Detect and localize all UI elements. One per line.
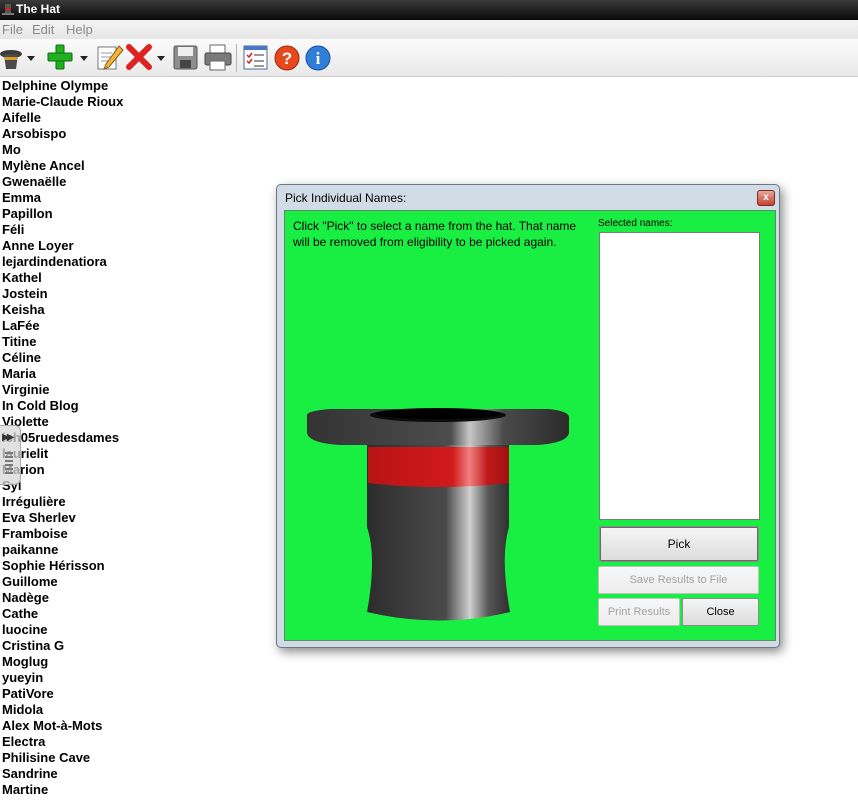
add-button[interactable] [47,43,91,73]
name-list-item[interactable]: Mylène Ancel [0,158,123,174]
pick-names-dialog: Pick Individual Names: x Click "Pick" to… [276,184,780,648]
name-list-item[interactable]: Eva Sherlev [0,510,123,526]
name-list-item[interactable]: Mo [0,142,123,158]
title-bar: The Hat [0,0,858,20]
name-list-item[interactable]: Aifelle [0,110,123,126]
name-list-item[interactable]: Sophie Hérisson [0,558,123,574]
name-list-item[interactable]: Céline [0,350,123,366]
add-icon [47,44,88,70]
help-icon: ? [274,45,300,71]
pick-button[interactable]: Pick [599,526,759,562]
name-list-item[interactable]: Jostein [0,286,123,302]
name-list-item[interactable]: Gwenaëlle [0,174,123,190]
checklist-button[interactable] [242,43,270,73]
name-list-item[interactable]: paikanne [0,542,123,558]
save-icon [173,45,198,70]
name-list-item[interactable]: Arsobispo [0,126,123,142]
name-list-item[interactable]: Sandrine [0,766,123,782]
print-results-button[interactable]: Print Results [598,598,680,626]
save-button[interactable] [173,43,199,73]
name-list-item[interactable]: Guillome [0,574,123,590]
close-button[interactable]: Close [682,598,759,626]
top-hat-icon [306,408,570,621]
name-list-item[interactable]: Cathe [0,606,123,622]
grip-icon [5,452,13,474]
menu-bar: File Edit Help [0,20,858,39]
name-list-item[interactable]: Alex Mot-à-Mots [0,718,123,734]
window-title: The Hat [16,2,61,16]
hat-dropdown-icon [0,50,35,69]
name-list-item[interactable]: Moglug [0,654,123,670]
dialog-title: Pick Individual Names: [285,191,407,205]
menu-file[interactable]: File [2,22,23,37]
name-list-item[interactable]: Martine [0,782,123,798]
print-button[interactable] [204,43,232,73]
help-button[interactable]: ? [273,43,301,73]
name-list-item[interactable]: Philisine Cave [0,750,123,766]
svg-text:?: ? [282,49,292,68]
name-list-item[interactable]: Keisha [0,302,123,318]
checklist-icon [243,45,268,70]
selected-names-label: Selected names: [598,218,673,229]
name-list-item[interactable]: Emma [0,190,123,206]
name-list-item[interactable]: Titine [0,334,123,350]
name-list-item[interactable]: LaFée [0,318,123,334]
app-hat-icon [2,4,14,15]
name-list-item[interactable]: Papillon [0,206,123,222]
name-list-item[interactable]: Virginie [0,382,123,398]
name-list-item[interactable]: Cristina G [0,638,123,654]
dialog-body: Click "Pick" to select a name from the h… [284,210,776,641]
edit-icon [97,45,124,70]
name-list-item[interactable]: lejardindenatiora [0,254,123,270]
expand-arrows-icon: ▶▶ [2,432,15,443]
print-icon [204,44,232,71]
name-list-item[interactable]: Nadège [0,590,123,606]
toolbar: ? i [0,39,858,77]
name-list-item[interactable]: yueyin [0,670,123,686]
svg-text:i: i [316,49,321,68]
name-list-item[interactable]: Midola [0,702,123,718]
name-list-item[interactable]: PatiVore [0,686,123,702]
edit-button[interactable] [96,43,124,73]
dialog-close-icon[interactable]: x [757,190,775,206]
delete-button[interactable] [126,43,168,73]
name-list-item[interactable]: Kathel [0,270,123,286]
name-list-item[interactable]: Delphine Olympe [0,78,123,94]
name-list-item[interactable]: luocine [0,622,123,638]
info-button[interactable]: i [304,43,332,73]
menu-edit[interactable]: Edit [32,22,54,37]
instructions-text: Click "Pick" to select a name from the h… [293,219,577,249]
info-icon: i [305,45,331,71]
name-list-item[interactable]: Marie-Claude Rioux [0,94,123,110]
name-list-item[interactable]: Féli [0,222,123,238]
name-list-item[interactable]: Irrégulière [0,494,123,510]
delete-icon [126,44,165,70]
selected-names-list[interactable] [599,232,760,520]
name-list-item[interactable]: Electra [0,734,123,750]
hat-dropdown-button[interactable] [0,43,38,73]
side-panel-handle[interactable]: ▶▶ [0,425,21,485]
menu-help[interactable]: Help [66,22,93,37]
name-list-item[interactable]: In Cold Blog [0,398,123,414]
name-list-item[interactable]: Maria [0,366,123,382]
toolbar-separator [236,44,237,72]
name-list-item[interactable]: Framboise [0,526,123,542]
name-list-item[interactable]: Anne Loyer [0,238,123,254]
save-results-button[interactable]: Save Results to File [598,566,759,594]
